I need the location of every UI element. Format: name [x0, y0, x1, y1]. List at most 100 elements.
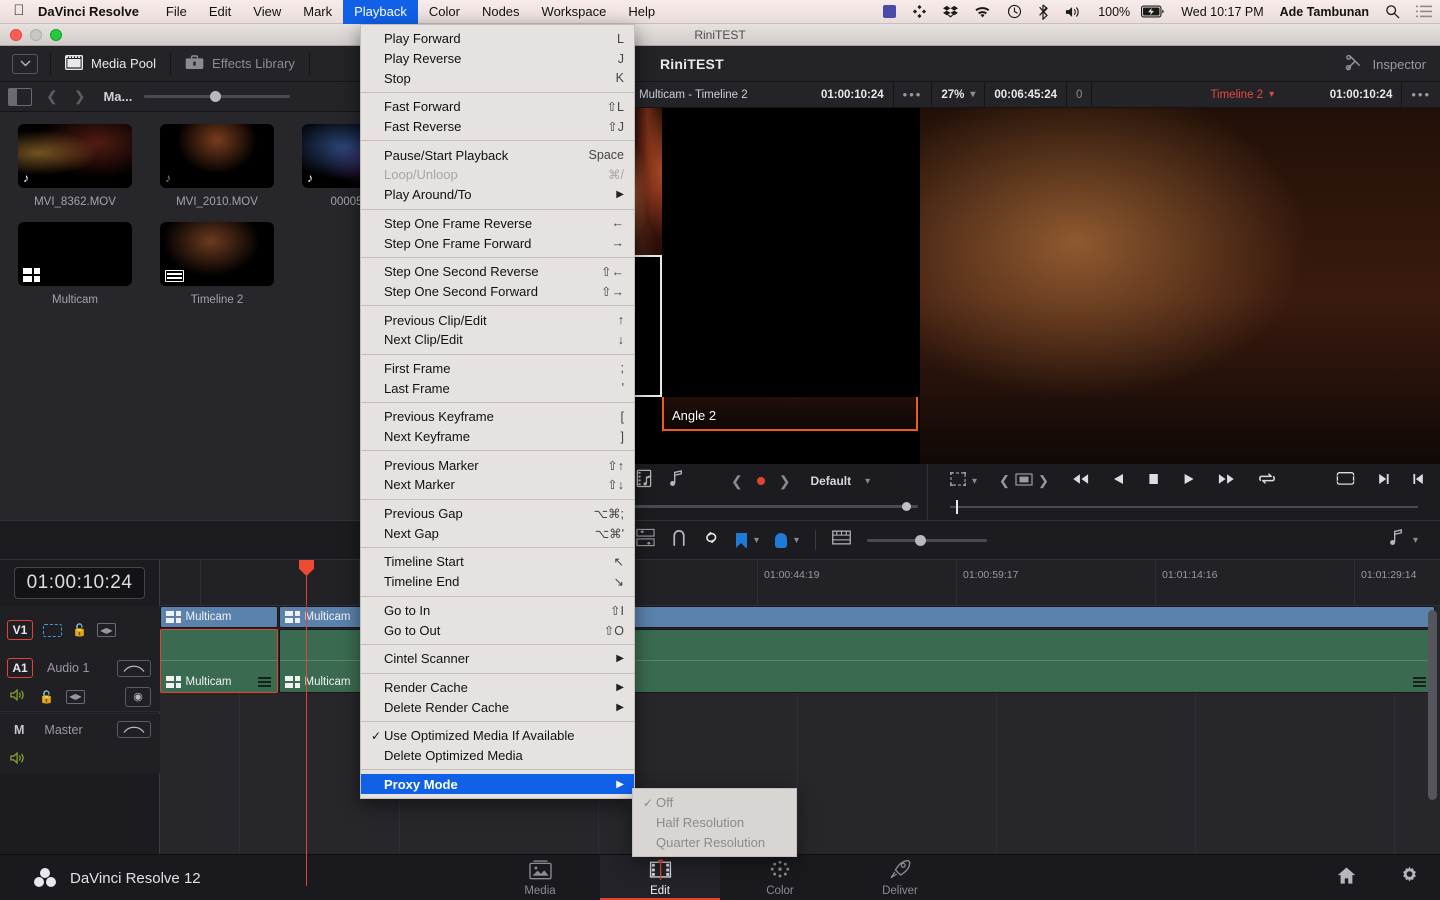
jump-to-start-icon[interactable] — [1071, 472, 1090, 491]
source-options-icon[interactable]: ••• — [894, 82, 932, 108]
thumbnail-size-slider-knob[interactable] — [210, 91, 222, 102]
bluetooth-icon[interactable] — [1030, 0, 1057, 24]
speaker-icon[interactable] — [10, 688, 27, 705]
menu-item-step-one-frame-reverse[interactable]: Step One Frame Reverse ← — [361, 214, 634, 234]
timeline-track-canvas[interactable]: Multicam Multicam Multicam Multicam — [160, 606, 1440, 886]
media-thumbnail[interactable] — [160, 222, 274, 286]
multicam-viewer[interactable]: Angle 2 — [630, 108, 920, 490]
track-name-master[interactable]: Master — [44, 723, 82, 737]
media-thumbnail[interactable]: ♪ — [18, 124, 132, 188]
menu-item-last-frame[interactable]: Last Frame ' — [361, 378, 634, 398]
playback-dropdown-menu[interactable]: Play Forward L Play Reverse J Stop K Fast F… — [360, 24, 635, 799]
menu-item-play-around-to[interactable]: Play Around/To ▶ — [361, 185, 634, 205]
preset-label[interactable]: Default — [810, 474, 851, 488]
program-scrubber[interactable] — [950, 506, 1418, 508]
menu-item-cintel-scanner[interactable]: Cintel Scanner ▶ — [361, 649, 634, 669]
track-fader-icon[interactable] — [117, 659, 151, 677]
nav-back-icon[interactable]: ❮ — [46, 88, 58, 105]
page-button-color[interactable]: Color — [720, 855, 840, 900]
track-header-a1[interactable]: A1 Audio 1 — [0, 654, 160, 682]
next-marker-icon[interactable]: ❯ — [779, 473, 791, 490]
menu-item-step-one-frame-forward[interactable]: Step One Frame Forward → — [361, 233, 634, 253]
link-clips-icon[interactable] — [703, 528, 720, 552]
menu-item-timeline-start[interactable]: Timeline Start ↖ — [361, 552, 634, 572]
submenu-item-half-resolution[interactable]: Half Resolution — [633, 813, 796, 833]
dropbox-icon[interactable] — [935, 0, 966, 24]
menubar-item-file[interactable]: File — [155, 0, 198, 24]
timeline-timecode[interactable]: 01:00:10:24 — [1321, 82, 1402, 108]
menu-item-previous-marker[interactable]: Previous Marker ⇧↑ — [361, 455, 634, 475]
timeline-playhead[interactable] — [306, 606, 307, 886]
menu-item-next-clip-edit[interactable]: Next Clip/Edit ↓ — [361, 330, 634, 350]
track-destination-icon[interactable]: ◀▶ — [96, 623, 116, 637]
submenu-item-quarter-resolution[interactable]: Quarter Resolution — [633, 832, 796, 852]
timeline-clip-a1-a[interactable]: Multicam — [160, 629, 278, 693]
timeline-zoom-knob[interactable] — [915, 534, 927, 546]
media-item[interactable]: Timeline 2 — [160, 222, 274, 306]
menu-item-next-keyframe[interactable]: Next Keyframe] — [361, 427, 634, 447]
menu-item-render-cache[interactable]: Render Cache ▶ — [361, 678, 634, 698]
next-edit-icon[interactable] — [1377, 472, 1390, 491]
source-scrubber-knob[interactable] — [902, 502, 911, 511]
menu-item-play-forward[interactable]: Play Forward L — [361, 29, 634, 49]
field-icon[interactable] — [1015, 473, 1033, 489]
page-button-edit[interactable]: Edit — [600, 855, 720, 900]
menubar-item-nodes[interactable]: Nodes — [471, 0, 531, 24]
gear-icon[interactable] — [1399, 865, 1420, 891]
loop-icon[interactable] — [1258, 471, 1276, 491]
filmstrip-audio-icon[interactable] — [636, 469, 655, 493]
menu-item-use-optimized-media[interactable]: ✓ Use Optimized Media If Available — [361, 726, 634, 746]
track-header-master[interactable]: M Master — [0, 713, 160, 745]
play-icon[interactable] — [1182, 472, 1195, 491]
timeline-name-dropdown[interactable]: Timeline 2 ▾ — [1092, 82, 1283, 108]
marker-dropdown[interactable]: ▾ — [736, 532, 759, 548]
play-reverse-icon[interactable] — [1112, 472, 1125, 491]
insert-clip-icon[interactable] — [636, 528, 655, 552]
menu-item-fast-forward[interactable]: Fast Forward ⇧L — [361, 97, 634, 117]
menu-item-step-one-second-reverse[interactable]: Step One Second Reverse ⇧← — [361, 262, 634, 282]
fit-to-screen-icon[interactable] — [1336, 471, 1355, 491]
volume-icon[interactable] — [1057, 0, 1090, 24]
media-item[interactable]: ♪ MVI_2010.MOV — [160, 124, 274, 208]
track-tag-a1[interactable]: A1 — [7, 658, 33, 678]
media-pool-button[interactable]: Media Pool — [51, 46, 170, 82]
record-dot-icon[interactable] — [756, 477, 765, 485]
track-name-a1[interactable]: Audio 1 — [47, 661, 89, 675]
timeline-clip-v1-a[interactable]: Multicam — [160, 606, 278, 628]
page-button-media[interactable]: Media — [480, 855, 600, 900]
lock-icon[interactable]: 🔓 — [72, 623, 87, 637]
proxy-mode-submenu[interactable]: ✓ Off Half Resolution Quarter Resolution — [632, 788, 797, 858]
prev-edit-icon[interactable] — [1412, 472, 1425, 491]
timeline-current-timecode[interactable]: 01:00:10:24 — [13, 567, 146, 599]
viewer-canvas[interactable]: Angle 2 — [630, 108, 1440, 490]
menubar-item-color[interactable]: Color — [418, 0, 471, 24]
next-field-icon[interactable]: ❯ — [1038, 473, 1049, 489]
nav-forward-icon[interactable]: ❯ — [74, 88, 86, 105]
audio-levels-icon[interactable] — [1413, 677, 1426, 687]
timeline-options-icon[interactable]: ••• — [1402, 82, 1440, 108]
multicam-empty-angles[interactable] — [630, 255, 920, 397]
track-header-v1[interactable]: V1 🔓 ◀▶ — [0, 606, 160, 654]
menubar-item-edit[interactable]: Edit — [198, 0, 242, 24]
menu-item-delete-render-cache[interactable]: Delete Render Cache ▶ — [361, 697, 634, 717]
audio-levels-icon[interactable] — [258, 677, 271, 687]
user-name-label[interactable]: Ade Tambunan — [1272, 0, 1377, 24]
time-machine-icon[interactable] — [999, 0, 1030, 24]
record-arm-icon[interactable]: ◉ — [125, 686, 151, 707]
menu-item-previous-clip-edit[interactable]: Previous Clip/Edit ↑ — [361, 310, 634, 330]
notification-center-icon[interactable] — [1408, 0, 1440, 24]
source-scrubber[interactable] — [630, 502, 918, 511]
menu-item-timeline-end[interactable]: Timeline End ↘ — [361, 572, 634, 592]
spotlight-search-icon[interactable] — [1377, 0, 1408, 24]
zoom-level-dropdown[interactable]: 27% ▾ — [932, 82, 984, 108]
timeline-zoom-slider[interactable] — [867, 534, 988, 546]
dropbox-alt-icon[interactable] — [904, 0, 935, 24]
prev-marker-icon[interactable]: ❮ — [731, 473, 743, 490]
auto-select-icon[interactable] — [43, 623, 62, 637]
timeline-ruler[interactable]: 01:00:44:19 01:00:59:17 01:01:14:16 01:0… — [160, 560, 1440, 606]
home-icon[interactable] — [1336, 866, 1357, 890]
media-pool-nav[interactable]: ❮ ❯ — [46, 88, 85, 105]
submenu-item-off[interactable]: ✓ Off — [633, 793, 796, 813]
track-header-a1-controls[interactable]: 🔓 ◀▶ ◉ — [0, 682, 160, 712]
apple-icon[interactable]:  — [0, 3, 38, 20]
